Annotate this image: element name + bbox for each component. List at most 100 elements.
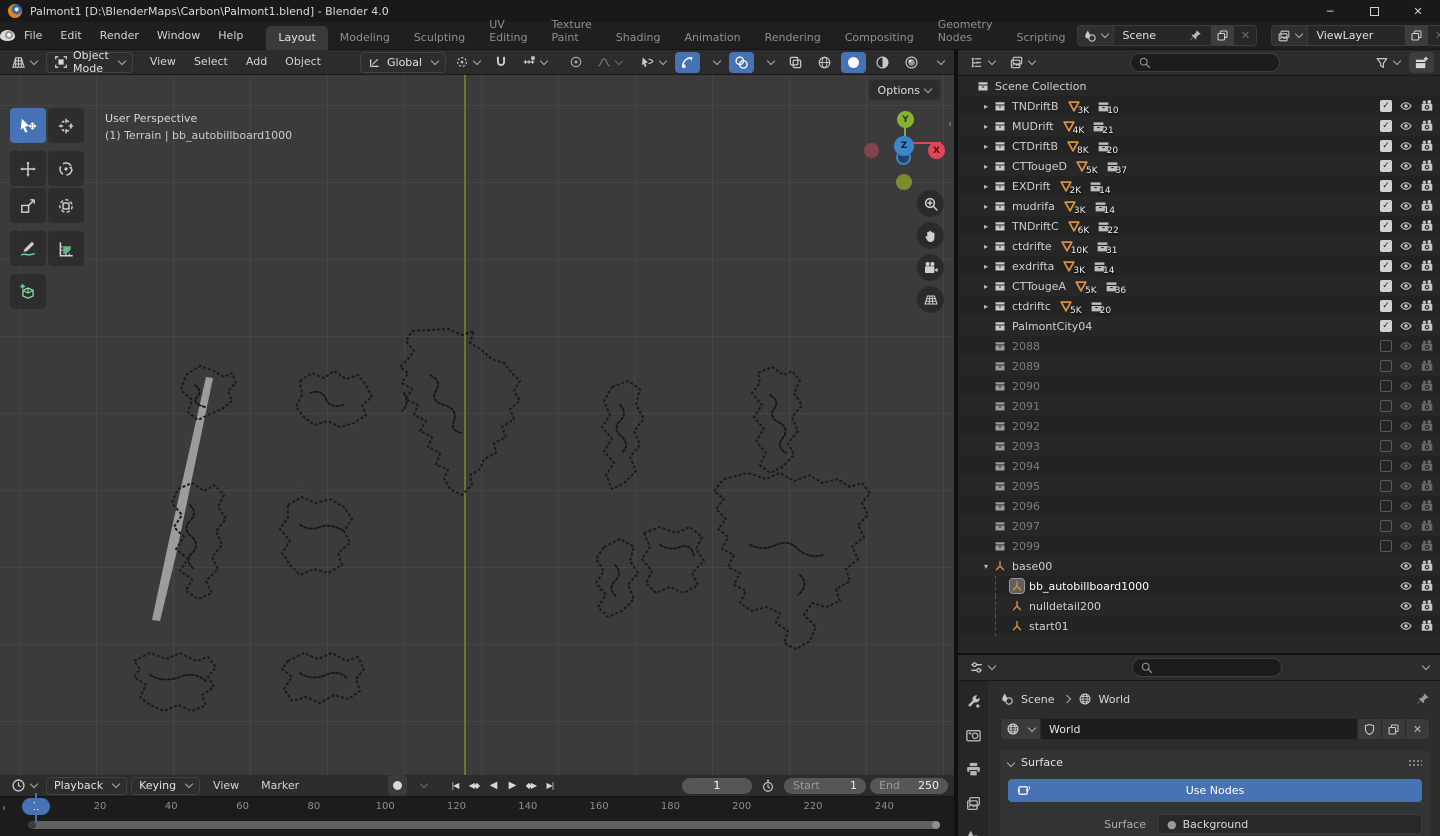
expand-arrow[interactable]: ▸ (979, 122, 993, 131)
fake-user-shield-button[interactable] (1358, 718, 1382, 740)
tab-viewlayer-icon[interactable] (965, 795, 982, 812)
outliner-row[interactable]: Scene Collection ✓ (958, 76, 1440, 96)
shading-rendered-button[interactable] (899, 52, 924, 73)
exclude-checkbox[interactable]: ✓ (1380, 140, 1392, 152)
exclude-checkbox[interactable]: ✓ (1380, 320, 1392, 332)
outliner-row[interactable]: ▸ CTDriftB 8K 20 ✓ (958, 136, 1440, 156)
frame-end-field[interactable]: End250 (870, 778, 948, 794)
workspace-tab[interactable]: UV Editing (477, 13, 539, 50)
scrollbar-right-handle[interactable] (932, 821, 940, 829)
exclude-checkbox[interactable]: ✓ (1380, 120, 1392, 132)
tab-tool-icon[interactable] (965, 693, 982, 710)
timeline-scrollbar[interactable] (28, 821, 940, 829)
world-name-field[interactable]: World (1041, 718, 1358, 740)
new-viewlayer-button[interactable] (1404, 26, 1428, 45)
disable-render-icon[interactable] (1420, 519, 1434, 533)
disable-render-icon[interactable] (1420, 279, 1434, 293)
viewlayer-selector[interactable]: ViewLayer ✕ (1271, 25, 1440, 46)
breadcrumb-world[interactable]: World (1099, 693, 1131, 706)
timeline-expand-arrow[interactable]: › (2, 803, 6, 814)
outliner-row[interactable]: start01 ✓ (958, 616, 1440, 636)
hide-eye-icon[interactable] (1399, 279, 1413, 293)
exclude-checkbox[interactable]: ✓ (1380, 300, 1392, 312)
sidebar-collapse-arrow[interactable]: ‹ (948, 119, 952, 130)
exclude-checkbox[interactable]: ✓ (1380, 520, 1392, 532)
hide-eye-icon[interactable] (1399, 139, 1413, 153)
gizmo-dropdown[interactable] (704, 52, 725, 73)
keying-menu[interactable]: Keying (131, 777, 200, 795)
expand-arrow[interactable]: ▾ (979, 562, 993, 571)
workspace-tab[interactable]: Layout (266, 26, 327, 50)
exclude-checkbox[interactable]: ✓ (1380, 460, 1392, 472)
gizmo-axis-y-neg[interactable] (896, 174, 912, 190)
disable-render-icon[interactable] (1420, 259, 1434, 273)
playhead-line[interactable] (35, 793, 37, 821)
exclude-checkbox[interactable]: ✓ (1380, 280, 1392, 292)
viewport-menu-item[interactable]: Select (185, 51, 237, 73)
next-keyframe-button[interactable]: ◆▶ (522, 778, 539, 794)
hide-eye-icon[interactable] (1399, 439, 1413, 453)
hide-eye-icon[interactable] (1399, 199, 1413, 213)
scene-icon[interactable] (1078, 26, 1114, 45)
current-frame-field[interactable]: 1 (682, 778, 752, 794)
marker-menu[interactable]: Marker (252, 775, 308, 797)
minimize-button[interactable]: ─ (1308, 0, 1352, 22)
viewport-menu-item[interactable]: Add (237, 51, 276, 73)
workspace-tab[interactable]: Geometry Nodes (926, 13, 1005, 50)
outliner-row[interactable]: ▾ base00 ✓ (958, 556, 1440, 576)
exclude-checkbox[interactable]: ✓ (1380, 180, 1392, 192)
topbar-menu-item[interactable]: Help (209, 25, 252, 47)
duplicate-datablock-button[interactable] (1382, 718, 1406, 740)
exclude-checkbox[interactable]: ✓ (1380, 420, 1392, 432)
outliner-row[interactable]: ▸ ctdriftc 5K 20 ✓ (958, 296, 1440, 316)
disable-render-icon[interactable] (1420, 179, 1434, 193)
hide-eye-icon[interactable] (1399, 599, 1413, 613)
jump-to-end-button[interactable]: ▶| (541, 778, 558, 794)
workspace-tab[interactable]: Shading (604, 26, 673, 50)
topbar-menu-item[interactable]: Edit (51, 25, 90, 47)
move-tool-button[interactable] (10, 151, 46, 186)
outliner-row[interactable]: ▸ EXDrift 2K 14 ✓ (958, 176, 1440, 196)
play-reverse-button[interactable]: ◀ (484, 778, 501, 794)
workspace-tab[interactable]: Compositing (833, 26, 926, 50)
jump-to-start-button[interactable]: |◀ (446, 778, 463, 794)
snap-target-dropdown[interactable] (517, 52, 552, 73)
outliner-row[interactable]: 2095 ✓ (958, 476, 1440, 496)
exclude-checkbox[interactable]: ✓ (1380, 360, 1392, 372)
disable-render-icon[interactable] (1420, 99, 1434, 113)
expand-arrow[interactable]: ▸ (979, 102, 993, 111)
outliner-row[interactable]: ▸ exdrifta 3K 14 ✓ (958, 256, 1440, 276)
outliner-search-input[interactable] (1156, 57, 1272, 69)
shading-material-button[interactable] (870, 52, 895, 73)
tab-output-icon[interactable] (965, 761, 982, 778)
outliner-filter-dropdown[interactable] (1370, 52, 1405, 73)
outliner-row[interactable]: ▸ mudrifa 3K 14 ✓ (958, 196, 1440, 216)
exclude-checkbox[interactable]: ✓ (1380, 440, 1392, 452)
disable-render-icon[interactable] (1420, 559, 1434, 573)
shading-dropdown[interactable] (928, 52, 949, 73)
frame-start-field[interactable]: Start1 (784, 778, 866, 794)
hide-eye-icon[interactable] (1399, 519, 1413, 533)
expand-arrow[interactable]: ▸ (979, 282, 993, 291)
disable-render-icon[interactable] (1420, 439, 1434, 453)
outliner-row[interactable]: ▸ ctdrifte 10K 31 ✓ (958, 236, 1440, 256)
background-shader-dropdown[interactable]: ●Background (1158, 814, 1422, 834)
pin-icon[interactable] (1416, 692, 1430, 706)
disable-render-icon[interactable] (1420, 319, 1434, 333)
hide-eye-icon[interactable] (1399, 499, 1413, 513)
proportional-editing-toggle[interactable] (564, 52, 588, 73)
breadcrumb-scene[interactable]: Scene (1021, 693, 1055, 706)
unlink-scene-button[interactable]: ✕ (1234, 29, 1256, 42)
expand-arrow[interactable]: ▸ (979, 222, 993, 231)
show-overlays-toggle[interactable] (729, 52, 754, 73)
hide-eye-icon[interactable] (1399, 259, 1413, 273)
expand-arrow[interactable]: ▸ (979, 142, 993, 151)
disable-render-icon[interactable] (1420, 459, 1434, 473)
remove-viewlayer-button[interactable]: ✕ (1428, 29, 1440, 42)
hide-eye-icon[interactable] (1399, 399, 1413, 413)
gizmo-axis-x-neg[interactable] (864, 143, 879, 158)
exclude-checkbox[interactable]: ✓ (1380, 260, 1392, 272)
outliner-row[interactable]: PalmontCity04 ✓ (958, 316, 1440, 336)
xray-toggle[interactable] (783, 52, 808, 73)
panel-grip-handle[interactable] (1408, 759, 1422, 767)
